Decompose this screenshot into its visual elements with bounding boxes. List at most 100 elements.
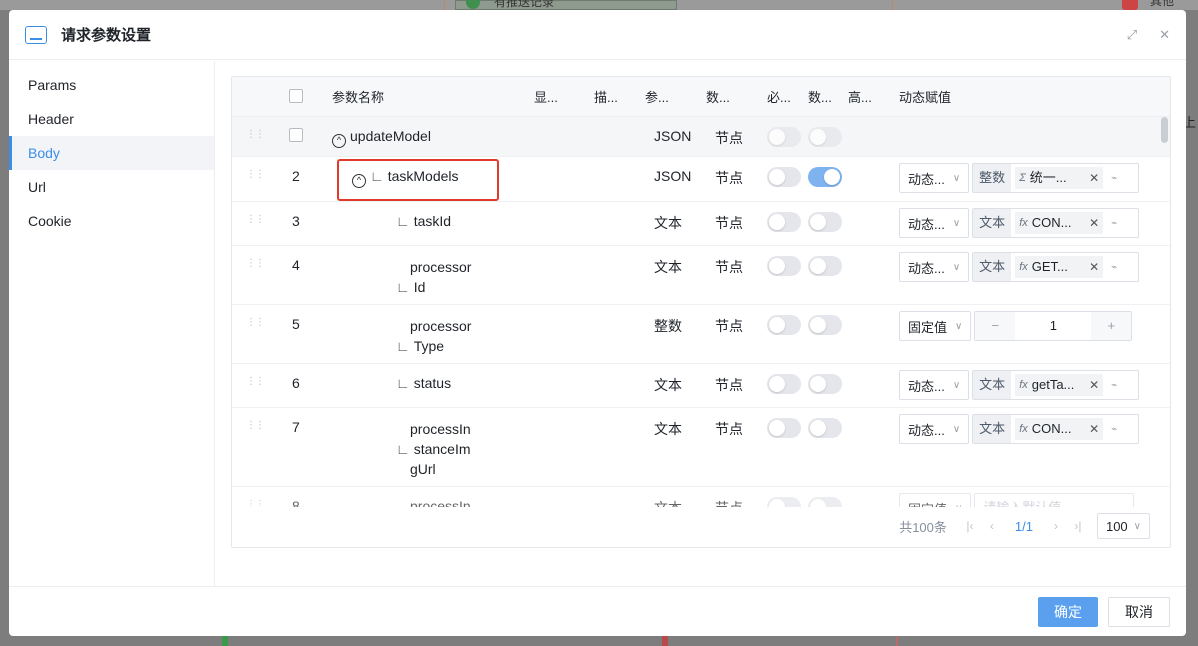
data-switch[interactable] xyxy=(808,256,842,276)
data-switch[interactable] xyxy=(808,127,842,147)
chevron-down-icon: ∨ xyxy=(955,320,963,332)
increment-button[interactable]: + xyxy=(1091,312,1132,340)
data-switch[interactable] xyxy=(808,315,842,335)
drag-handle-icon[interactable]: ⋮⋮ xyxy=(246,214,265,225)
data-type: 节点 xyxy=(715,130,743,146)
drag-handle-icon[interactable]: ⋮⋮ xyxy=(246,317,265,328)
link-icon[interactable]: ⌁ xyxy=(1111,218,1117,229)
value-type: 文本 xyxy=(973,415,1012,443)
param-name-text: processor xyxy=(410,259,472,275)
param-name-text: updateModel xyxy=(350,128,431,144)
expression-tag[interactable]: fx getTa... ✕ xyxy=(1015,374,1104,396)
value-box[interactable]: 整数 Σ 统一... ✕ ⌁ xyxy=(972,163,1140,193)
data-switch[interactable] xyxy=(808,212,842,232)
data-type: 节点 xyxy=(715,215,743,231)
chevron-down-icon: ∨ xyxy=(952,379,961,391)
decrement-button[interactable]: − xyxy=(975,312,1016,340)
link-icon[interactable]: ⌁ xyxy=(1111,380,1117,391)
remove-icon[interactable]: ✕ xyxy=(1089,374,1099,396)
page-size-select[interactable]: 100 ∨ xyxy=(1096,513,1150,539)
expression-tag[interactable]: fx CON... ✕ xyxy=(1015,418,1104,440)
data-switch[interactable] xyxy=(808,374,842,394)
vertical-scrollbar[interactable] xyxy=(1161,117,1168,143)
value-box[interactable]: 文本 fx CON... ✕ ⌁ xyxy=(972,414,1140,444)
close-icon[interactable]: ✕ xyxy=(1159,27,1170,43)
collapse-icon[interactable]: ^ xyxy=(352,174,366,188)
expression-tag[interactable]: fx GET... ✕ xyxy=(1015,256,1104,278)
mode-select[interactable]: 动态... ∨ xyxy=(899,163,970,193)
dialog-header: 请求参数设置 ⤢ ✕ xyxy=(9,10,1186,60)
value-type: 文本 xyxy=(973,371,1012,399)
required-switch[interactable] xyxy=(767,127,801,147)
confirm-button[interactable]: 确定 xyxy=(1038,596,1098,627)
table-header: 参数名称 显... 描... 参... 数... 必... 数... 高... … xyxy=(232,77,1170,117)
param-name-text: status xyxy=(413,375,452,391)
required-switch[interactable] xyxy=(767,212,801,232)
remove-icon[interactable]: ✕ xyxy=(1089,212,1099,234)
value-box[interactable]: 文本 fx GET... ✕ ⌁ xyxy=(972,252,1140,282)
expression-tag[interactable]: Σ 统一... ✕ xyxy=(1015,167,1104,189)
cancel-button[interactable]: 取消 xyxy=(1108,596,1170,627)
required-switch[interactable] xyxy=(767,167,801,187)
nav-item-params[interactable]: Params xyxy=(9,68,214,102)
backdrop-divider xyxy=(444,0,445,10)
remove-icon[interactable]: ✕ xyxy=(1089,418,1099,440)
header-desc[interactable]: 描... xyxy=(594,87,618,106)
drag-handle-icon[interactable]: ⋮⋮ xyxy=(246,169,265,180)
header-param-type[interactable]: 参... xyxy=(645,87,669,106)
row-checkbox[interactable] xyxy=(289,128,303,142)
mode-select[interactable]: 动态... ∨ xyxy=(899,370,970,400)
link-icon[interactable]: ⌁ xyxy=(1111,262,1117,273)
mode-select[interactable]: 动态... ∨ xyxy=(899,208,970,238)
nav-item-cookie[interactable]: Cookie xyxy=(9,204,214,238)
row-index: 2 xyxy=(292,168,300,184)
next-page-icon[interactable]: › xyxy=(1045,519,1067,533)
param-type: 文本 xyxy=(654,215,682,231)
data-type: 节点 xyxy=(715,259,743,275)
nav-item-header[interactable]: Header xyxy=(9,102,214,136)
drag-handle-icon[interactable]: ⋮⋮ xyxy=(246,129,265,140)
value-box[interactable]: 文本 fx CON... ✕ ⌁ xyxy=(972,208,1140,238)
stepper-value[interactable]: 1 xyxy=(1015,312,1092,340)
last-page-icon[interactable]: ›| xyxy=(1067,519,1089,533)
expression-tag[interactable]: fx CON... ✕ xyxy=(1015,212,1104,234)
required-switch[interactable] xyxy=(767,418,801,438)
link-icon[interactable]: ⌁ xyxy=(1111,173,1117,184)
nav-item-url[interactable]: Url xyxy=(9,170,214,204)
header-display[interactable]: 显... xyxy=(534,87,558,106)
data-switch[interactable] xyxy=(808,167,842,187)
table-body: ⋮⋮ ^ updateModel JSON 节点 ⋮⋮ 2 ^ ∟ taskModel… xyxy=(232,117,1170,507)
chevron-down-icon: ∨ xyxy=(1133,520,1141,532)
expand-icon[interactable]: ⤢ xyxy=(1127,27,1137,43)
required-switch[interactable] xyxy=(767,374,801,394)
prev-page-icon[interactable]: ‹ xyxy=(981,519,1003,533)
dialog-actions: ⤢ ✕ xyxy=(1127,27,1170,43)
dialog-body: Params Header Body Url Cookie 参数名称 显... … xyxy=(9,61,1186,586)
param-name: processIn ∟ stanceIm gUrl xyxy=(396,419,471,479)
mode-select[interactable]: 动态... ∨ xyxy=(899,414,970,444)
required-switch[interactable] xyxy=(767,315,801,335)
table-row: ⋮⋮ 3 ∟ taskId 文本 节点 动态... ∨ 文本 fx CON... ✕ xyxy=(232,202,1170,246)
mode-select[interactable]: 固定值 ∨ xyxy=(899,311,972,341)
header-required[interactable]: 必... xyxy=(767,87,791,106)
link-icon[interactable]: ⌁ xyxy=(1111,424,1117,435)
value-box[interactable]: 文本 fx getTa... ✕ ⌁ xyxy=(972,370,1140,400)
first-page-icon[interactable]: |‹ xyxy=(959,519,981,533)
header-advanced[interactable]: 高... xyxy=(848,87,872,106)
required-switch[interactable] xyxy=(767,256,801,276)
select-all-checkbox[interactable] xyxy=(289,89,303,103)
data-switch[interactable] xyxy=(808,418,842,438)
drag-handle-icon[interactable]: ⋮⋮ xyxy=(246,258,265,269)
drag-handle-icon[interactable]: ⋮⋮ xyxy=(246,420,265,431)
backdrop-right-text: 其他 xyxy=(1150,0,1175,8)
mode-select[interactable]: 动态... ∨ xyxy=(899,252,970,282)
drag-handle-icon[interactable]: ⋮⋮ xyxy=(246,376,265,387)
collapse-icon[interactable]: ^ xyxy=(332,134,346,148)
expression-text: GET... xyxy=(1031,259,1068,274)
nav-item-body[interactable]: Body xyxy=(9,136,214,170)
header-data-type[interactable]: 数... xyxy=(706,87,730,106)
remove-icon[interactable]: ✕ xyxy=(1089,167,1099,189)
header-data[interactable]: 数... xyxy=(808,87,832,106)
remove-icon[interactable]: ✕ xyxy=(1089,256,1099,278)
alert-icon xyxy=(1122,0,1138,10)
